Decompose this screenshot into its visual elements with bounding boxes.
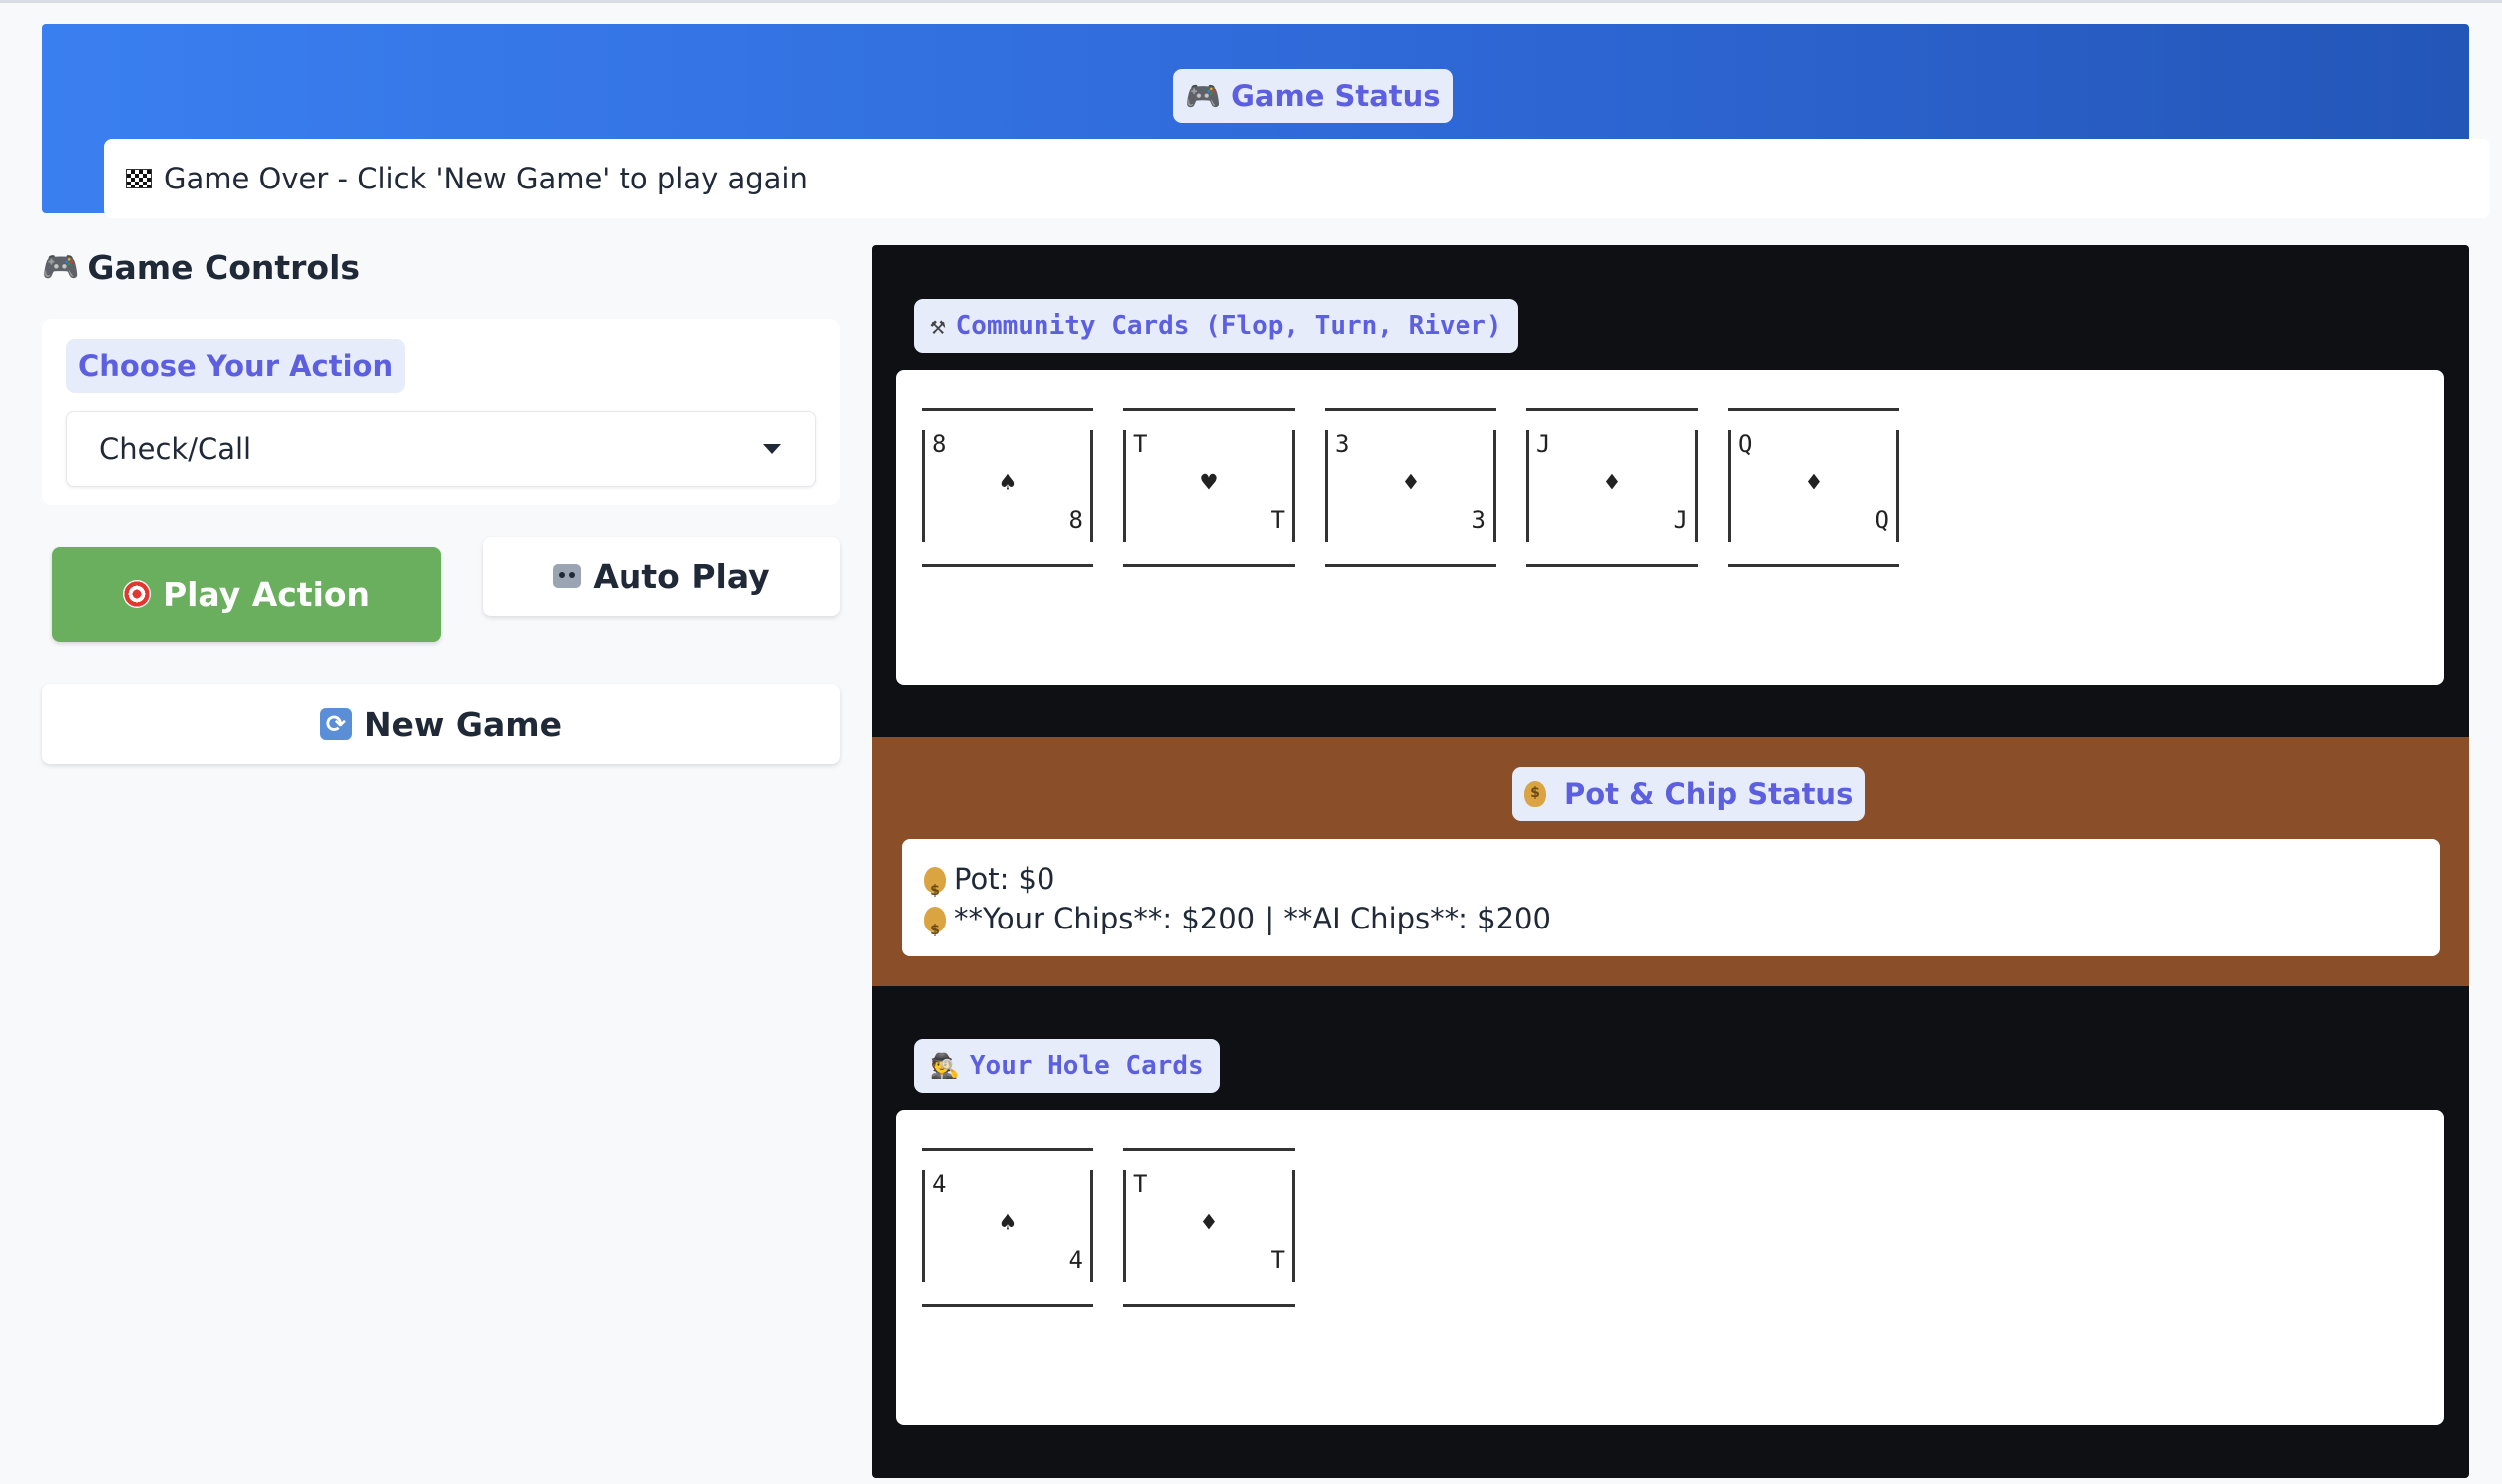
pot-amount: Pot: $0: [954, 862, 1055, 896]
game-status-title: Game Status: [1231, 79, 1441, 113]
card-rank: 4: [932, 1170, 947, 1198]
card-rank: J: [1536, 430, 1551, 458]
card-rank: T: [1133, 1170, 1148, 1198]
play-action-label: Play Action: [162, 574, 371, 614]
game-controls-title: Game Controls: [87, 247, 361, 287]
poker-table-panel: ⚒ Community Cards (Flop, Turn, River) 8 …: [872, 245, 2469, 1478]
target-icon: [122, 580, 151, 608]
card-rank: 4: [1068, 1246, 1083, 1274]
hole-cards-area: 4 ♠ 4 T ♦ T: [896, 1110, 2444, 1425]
tools-icon: ⚒: [930, 311, 946, 341]
gamepad-icon: 🎮: [42, 249, 80, 285]
community-card: 3 ♦ 3: [1325, 408, 1496, 567]
robot-icon: [553, 564, 582, 588]
money-bag-icon: [924, 867, 946, 911]
action-selector-card: Choose Your Action Check/Call: [42, 319, 840, 505]
checkered-flag-icon: [126, 169, 152, 188]
money-bag-icon: [1524, 781, 1546, 807]
chip-stacks: **Your Chips**: $200 | **AI Chips**: $20…: [954, 902, 1551, 935]
card-rank: 8: [1068, 506, 1083, 534]
spade-icon: ♠: [1000, 468, 1016, 498]
community-cards-area: 8 ♠ 8 T ♥ T 3 ♦ 3 J ♦ J Q ♦ Q: [896, 370, 2444, 685]
game-status-message: Game Over - Click 'New Game' to play aga…: [164, 162, 808, 195]
hole-card: 4 ♠ 4: [922, 1148, 1093, 1307]
card-rank: T: [1270, 506, 1285, 534]
community-card: J ♦ J: [1526, 408, 1698, 567]
community-card: 8 ♠ 8: [922, 408, 1093, 567]
money-bag-icon: [924, 907, 946, 950]
pot-chip-status-label: Pot & Chip Status: [1512, 767, 1866, 821]
diamond-icon: ♦: [1806, 468, 1822, 498]
card-rank: 8: [932, 430, 947, 458]
spade-icon: ♠: [1000, 1208, 1016, 1238]
pot-chip-status-panel: Pot & Chip Status Pot: $0 **Your Chips**…: [872, 737, 2469, 986]
pot-chip-status-box: Pot: $0 **Your Chips**: $200 | **AI Chip…: [902, 839, 2440, 956]
hole-cards-title: Your Hole Cards: [969, 1051, 1204, 1081]
community-cards-label: ⚒ Community Cards (Flop, Turn, River): [914, 299, 1518, 353]
card-rank: Q: [1875, 506, 1889, 534]
community-cards-title: Community Cards (Flop, Turn, River): [955, 311, 1502, 341]
action-dropdown-value: Check/Call: [99, 432, 252, 466]
pot-line: Pot: $0: [924, 859, 2418, 911]
choose-action-label: Choose Your Action: [66, 339, 406, 393]
new-game-label: New Game: [363, 704, 563, 744]
card-rank: 3: [1471, 506, 1486, 534]
auto-play-button[interactable]: Auto Play: [483, 537, 840, 616]
pot-chip-status-title: Pot & Chip Status: [1564, 777, 1854, 811]
top-divider: [0, 0, 2502, 3]
detective-icon: 🕵: [930, 1052, 960, 1080]
diamond-icon: ♦: [1201, 1208, 1217, 1238]
gamepad-icon: 🎮: [1185, 78, 1222, 113]
new-game-button[interactable]: ⟳ New Game: [42, 684, 840, 764]
auto-play-label: Auto Play: [593, 556, 770, 596]
action-dropdown[interactable]: Check/Call: [66, 411, 816, 487]
game-status-banner: 🎮 Game Status Game Over - Click 'New Gam…: [42, 24, 2490, 218]
community-card: Q ♦ Q: [1728, 408, 1899, 567]
chip-stacks-line: **Your Chips**: $200 | **AI Chips**: $20…: [924, 899, 2418, 950]
hole-cards-label: 🕵 Your Hole Cards: [914, 1039, 1220, 1093]
community-card: T ♥ T: [1123, 408, 1295, 567]
game-status-message-box: Game Over - Click 'New Game' to play aga…: [104, 139, 2490, 218]
diamond-icon: ♦: [1604, 468, 1620, 498]
card-rank: 3: [1335, 430, 1350, 458]
heart-icon: ♥: [1201, 468, 1217, 498]
card-rank: Q: [1738, 430, 1753, 458]
hole-card: T ♦ T: [1123, 1148, 1295, 1307]
card-rank: T: [1270, 1246, 1285, 1274]
refresh-icon: ⟳: [319, 708, 352, 740]
chevron-down-icon: [763, 444, 781, 454]
diamond-icon: ♦: [1403, 468, 1419, 498]
play-action-button[interactable]: Play Action: [52, 547, 441, 642]
card-rank: J: [1673, 506, 1688, 534]
card-rank: T: [1133, 430, 1148, 458]
game-controls-heading: 🎮 Game Controls: [42, 244, 360, 290]
game-status-label: 🎮 Game Status: [1173, 69, 1453, 123]
